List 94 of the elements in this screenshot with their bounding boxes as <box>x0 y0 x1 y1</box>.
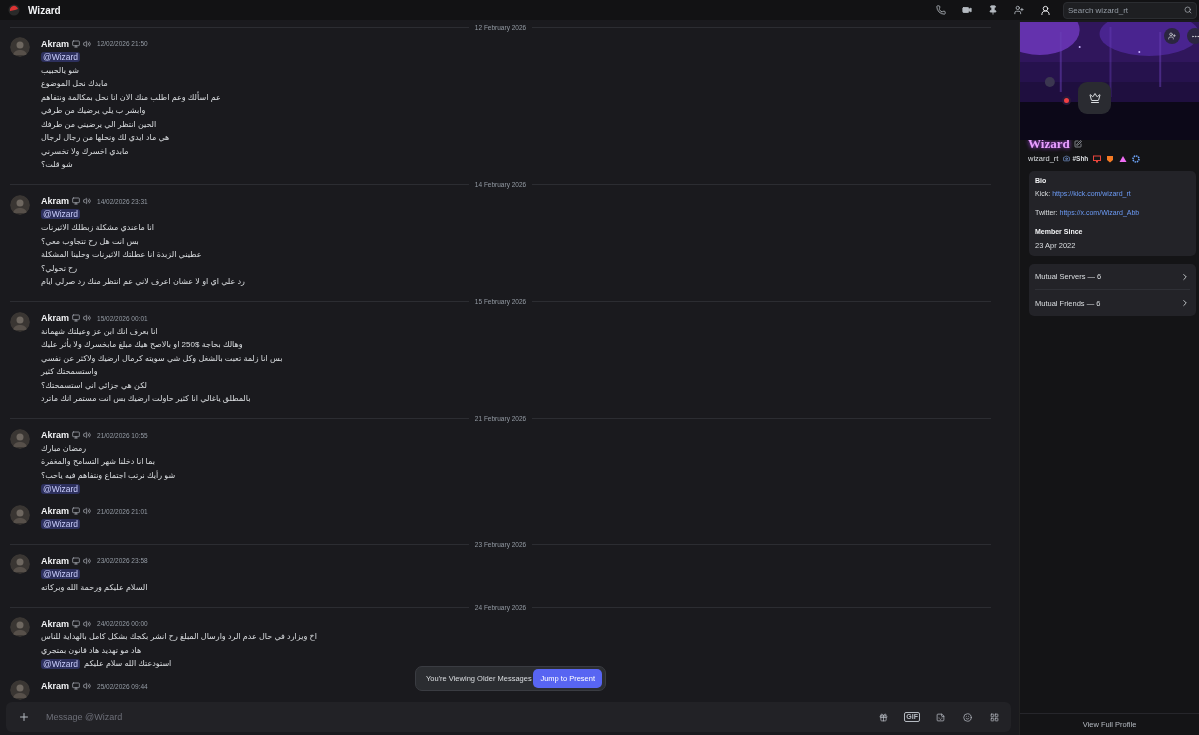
avatar[interactable] <box>10 504 30 525</box>
do-not-disturb-icon <box>1062 96 1071 105</box>
author-name[interactable]: Akram <box>41 430 69 440</box>
monitor-icon <box>72 39 80 48</box>
avatar[interactable] <box>10 554 30 574</box>
mention[interactable]: @Wizard <box>41 483 81 494</box>
user-profile-icon[interactable] <box>1040 4 1051 16</box>
avatar[interactable] <box>10 679 30 700</box>
speaker-icon <box>83 507 91 515</box>
author-name[interactable]: Akram <box>41 618 69 629</box>
add-friend-icon[interactable] <box>1014 5 1024 15</box>
message-text: السلام عليكم ورحمة الله وبركاته <box>41 582 148 592</box>
monitor-icon <box>72 431 80 439</box>
avatar[interactable] <box>10 311 30 332</box>
message-text: استودعتك الله سلام عليكم <box>84 659 172 669</box>
avatar[interactable] <box>10 37 30 57</box>
monitor-badge-icon <box>1093 154 1102 163</box>
message-text: بس انا زلمة تعبت بالشغل وكل شي سويته كرمال ارضيك ولاكثر عن نفسي <box>41 353 283 363</box>
chevron-icon <box>1180 271 1190 282</box>
emoji-icon[interactable] <box>963 712 972 722</box>
gift-icon[interactable] <box>879 712 889 722</box>
display-name: Wizard <box>1028 136 1070 152</box>
author-name[interactable]: Akram <box>41 38 69 49</box>
pin-icon[interactable] <box>988 5 998 15</box>
note-icon[interactable] <box>1073 140 1082 148</box>
avatar[interactable] <box>10 617 30 637</box>
author-name[interactable]: Akram <box>41 313 69 323</box>
add-icon[interactable] <box>18 711 30 723</box>
add-friend-icon <box>1168 32 1176 40</box>
mention[interactable]: @Wizard <box>41 51 81 62</box>
camera-icon <box>1063 155 1071 162</box>
speaker-icon <box>83 556 91 565</box>
crown-icon <box>1088 92 1101 104</box>
window-title: Wizard <box>28 4 61 16</box>
apps-icon[interactable] <box>990 712 999 722</box>
message-text: اخ ويزارد في حال عدم الرد وارسال المبلغ رح انشر بكجك بشكل كامل بالهداية للناس <box>41 632 317 642</box>
message-text: انا ماعندي مشكلة زبطلك الاثيرنات <box>41 223 154 233</box>
mention[interactable]: @Wizard <box>41 209 81 220</box>
message-text: شو رأيك نرتب اجتماع ونتفاهم فيه ياحب؟ <box>41 470 176 480</box>
monitor-icon <box>72 556 80 565</box>
message-text: واستسمحتك كثير <box>41 367 98 377</box>
message-text: وابشر ب يلي يرضيك من طرفي <box>41 106 146 116</box>
mention[interactable]: @Wizard <box>41 519 81 530</box>
ring-badge-icon <box>1132 154 1141 163</box>
message-text: رمضان مبارك <box>41 443 87 453</box>
message-text: بس انت هل رح تتجاوب معي؟ <box>41 236 139 246</box>
mention[interactable]: @Wizard <box>41 568 81 579</box>
speaker-icon <box>83 314 91 322</box>
message-text: هي ماد ايدي لك ونحلها من رجال لرجال <box>41 133 170 143</box>
profile-avatar[interactable] <box>1078 82 1111 114</box>
message-text: الحين انتظر الي يرضيني من طرفك <box>41 119 157 129</box>
author-name[interactable]: Akram <box>41 506 69 516</box>
message-text: هاد مو تهديد هاد قانون بمتجري <box>41 645 142 655</box>
triangle-badge-icon <box>1119 154 1128 163</box>
search-field[interactable]: Search wizard_rt <box>1063 1 1197 19</box>
sticker-icon[interactable] <box>936 712 945 722</box>
author-name[interactable]: Akram <box>41 555 69 566</box>
chevron-icon <box>1180 298 1190 308</box>
monitor-icon <box>72 619 80 628</box>
speaker-icon <box>83 197 91 205</box>
message-text: بالمطلق ياغالي انا كثير حاولت ارضيك بس انت مستمر انك ماترد <box>41 394 251 404</box>
avatar[interactable] <box>10 428 30 449</box>
monitor-icon <box>72 507 80 515</box>
monitor-icon <box>72 197 80 205</box>
message-text: مابدك نحل الموضوع <box>41 79 108 89</box>
message-text: بما انا دخلنا شهر التسامح والمغفرة <box>41 457 155 467</box>
message-text: عم اسألك وعم اطلب منك الان انا نحل بمكالمة ونتفاهم <box>41 92 221 102</box>
mention[interactable]: @Wizard <box>41 658 81 669</box>
speaker-icon <box>83 39 91 48</box>
phone-icon[interactable] <box>936 5 946 15</box>
message-text: شو قلت؟ <box>41 160 73 170</box>
speaker-icon <box>83 431 91 439</box>
shield-badge-icon <box>1106 154 1115 163</box>
speaker-icon <box>83 682 91 690</box>
author-name[interactable]: Akram <box>41 681 69 691</box>
more-button[interactable] <box>1187 28 1199 44</box>
monitor-icon <box>72 682 80 690</box>
message-text: شو يالحبيب <box>41 65 79 75</box>
message-text: وهالك بحاجة $250 او بالاصح هيك مبلغ مابخسرك ولا بأثر عليك <box>41 340 243 350</box>
message-text: رح تحولي؟ <box>41 263 78 273</box>
message-input[interactable]: Message @Wizard <box>44 711 866 723</box>
speaker-icon <box>83 619 91 628</box>
message-text: رد علي اي او لا عشان اعرف لاني عم انتظر منك رد صرلي ايام <box>41 277 245 287</box>
search-icon <box>1184 6 1192 14</box>
message-text: مابدي اخسرك ولا تخسرني <box>41 146 129 156</box>
video-icon[interactable] <box>962 5 972 15</box>
monitor-icon <box>72 314 80 322</box>
search-input[interactable]: Search wizard_rt <box>1068 5 1184 15</box>
app-logo-icon <box>8 4 20 16</box>
author-name[interactable]: Akram <box>41 196 69 206</box>
message-text: انا بعرف انك ابن عز وعيلتك شهمانة <box>41 326 158 336</box>
avatar[interactable] <box>10 194 30 215</box>
message-text: لكن هي جزائي اني استسمحتك؟ <box>41 380 147 390</box>
message-text: عطيني الزبدة انا عطلتك الاثيرنات وحلينا المشكلة <box>41 250 202 260</box>
